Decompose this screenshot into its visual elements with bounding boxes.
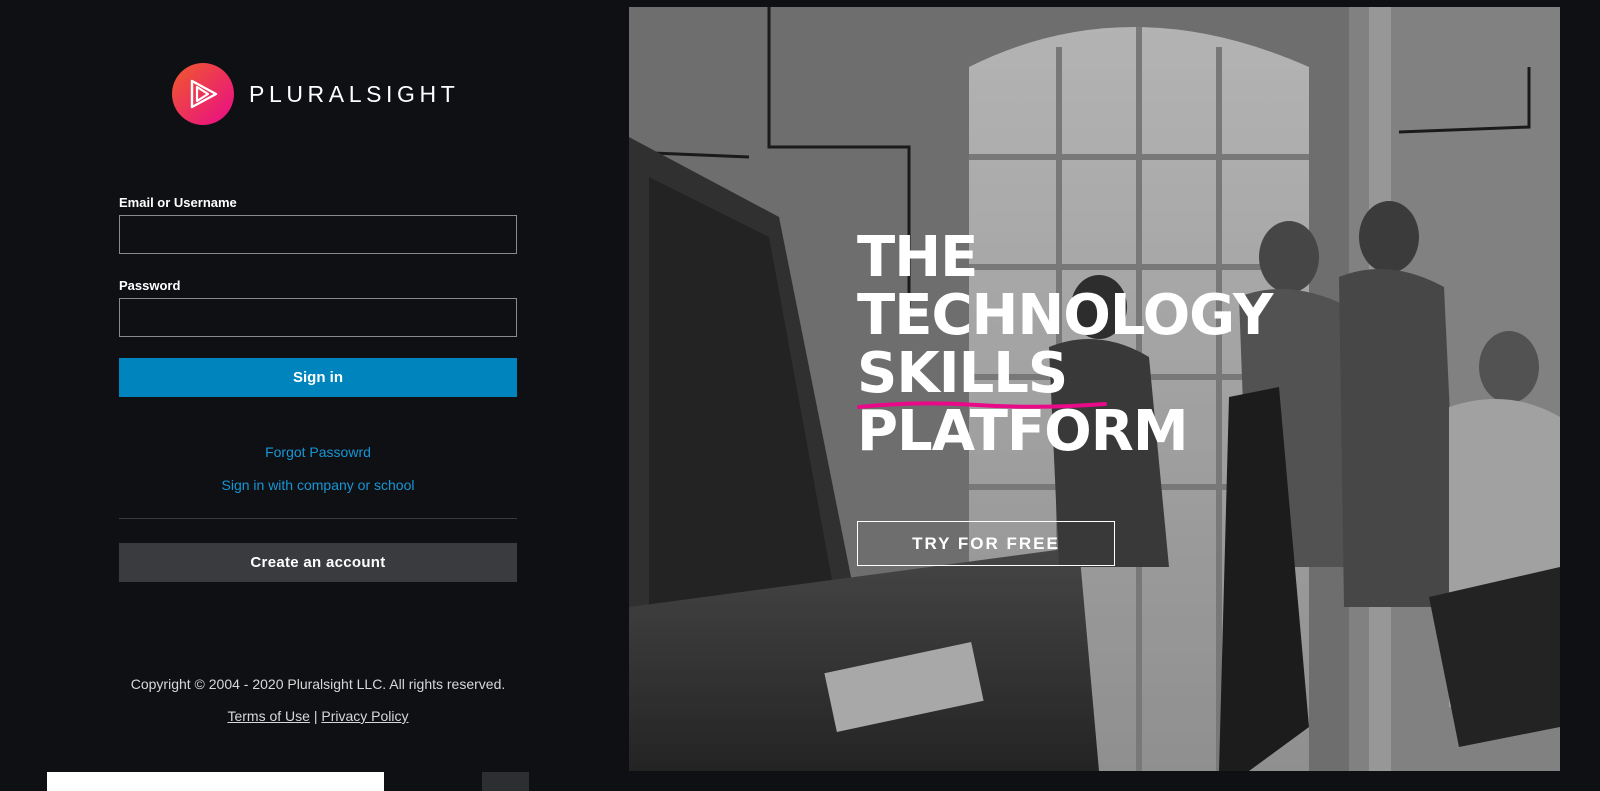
headline-line-4: PLATFORM — [857, 399, 1189, 464]
brand-name: PLURALSIGHT — [249, 80, 460, 107]
hero-headline: THE TECHNOLOGY SKILLS PLATFORM — [857, 225, 1273, 464]
hero-banner: THE TECHNOLOGY SKILLS PLATFORM TRY FOR F… — [629, 7, 1560, 771]
email-label: Email or Username — [119, 195, 237, 210]
company-signin-link[interactable]: Sign in with company or school — [0, 477, 636, 493]
hero-top-edge — [629, 0, 1560, 7]
password-label: Password — [119, 278, 181, 293]
email-field[interactable] — [119, 215, 517, 254]
headline-underline — [857, 401, 1107, 409]
pluralsight-logo[interactable]: PLURALSIGHT — [172, 63, 459, 125]
bottom-bar — [47, 772, 384, 791]
try-for-free-button[interactable]: TRY FOR FREE — [857, 521, 1115, 566]
bottom-bar-end — [482, 772, 529, 791]
create-account-button[interactable]: Create an account — [119, 543, 517, 582]
terms-link[interactable]: Terms of Use — [227, 708, 309, 724]
hero-right-edge — [1560, 0, 1600, 791]
footer-links: Terms of Use | Privacy Policy — [0, 708, 636, 724]
login-panel: PLURALSIGHT Email or Username Password S… — [0, 0, 629, 791]
forgot-password-link[interactable]: Forgot Passowrd — [0, 444, 636, 460]
pluralsight-play-icon — [172, 63, 234, 125]
headline-line-1: THE — [857, 225, 978, 290]
headline-line-2: TECHNOLOGY — [857, 283, 1273, 348]
copyright-text: Copyright © 2004 - 2020 Pluralsight LLC.… — [130, 676, 506, 692]
headline-line-3: SKILLS — [857, 341, 1068, 406]
signin-button[interactable]: Sign in — [119, 358, 517, 397]
privacy-link[interactable]: Privacy Policy — [321, 708, 408, 724]
footer-separator: | — [313, 708, 318, 724]
divider — [119, 518, 517, 519]
password-field[interactable] — [119, 298, 517, 337]
